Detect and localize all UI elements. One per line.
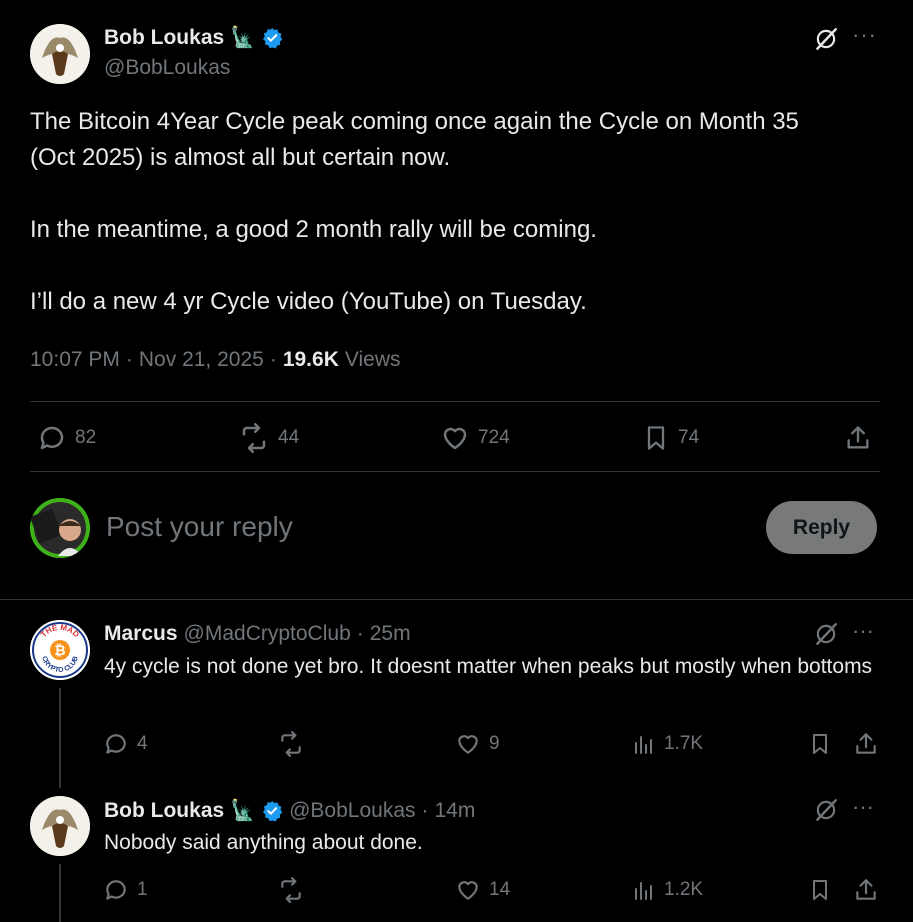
reply-count: 4: [137, 733, 148, 754]
analytics-icon: [635, 736, 652, 754]
reply-avatar[interactable]: [30, 796, 90, 856]
heart-icon: [458, 735, 478, 754]
reply-author-handle[interactable]: @MadCryptoClub: [184, 622, 351, 646]
repost-action[interactable]: 44: [238, 423, 299, 453]
repost-count: 44: [278, 427, 300, 448]
views-action[interactable]: 1.7K: [632, 731, 703, 757]
reply-age[interactable]: 14m: [435, 799, 476, 823]
bookmark-icon: [813, 880, 827, 900]
repost-icon: [281, 877, 301, 903]
like-action[interactable]: 724: [440, 423, 510, 453]
more-options-icon[interactable]: ···: [852, 618, 874, 644]
section-divider: [0, 599, 913, 600]
reply-count: 82: [75, 427, 97, 448]
reply-icon: [106, 880, 126, 900]
statue-of-liberty-icon: 🗽: [230, 800, 256, 822]
share-icon: [856, 733, 876, 754]
repost-action[interactable]: [277, 731, 313, 757]
verified-badge-icon: [263, 800, 283, 821]
like-count: 724: [478, 427, 510, 448]
reply-action[interactable]: 4: [103, 731, 148, 757]
reply-age[interactable]: 25m: [370, 622, 411, 646]
grok-icon[interactable]: [813, 797, 839, 823]
views-action[interactable]: 1.2K: [632, 877, 703, 903]
more-options-icon[interactable]: ···: [852, 22, 877, 48]
tweet-date[interactable]: Nov 21, 2025: [139, 348, 264, 372]
statue-of-liberty-icon: 🗽: [230, 27, 256, 49]
like-count: 14: [489, 879, 511, 900]
tweet-time[interactable]: 10:07 PM: [30, 348, 120, 372]
like-action[interactable]: 14: [455, 877, 510, 903]
reply-action[interactable]: 82: [37, 423, 96, 453]
separator-dot: ·: [421, 798, 429, 822]
bookmark-action[interactable]: [808, 877, 832, 903]
reply-action[interactable]: 1: [103, 877, 148, 903]
eagle-logo-image: [30, 796, 90, 856]
grok-icon[interactable]: [813, 621, 839, 647]
views-count: 1.2K: [664, 879, 704, 900]
repost-icon: [242, 423, 266, 453]
bookmark-action[interactable]: 74: [642, 423, 699, 453]
eagle-logo-image: [30, 24, 90, 84]
tweet-meta: 10:07 PM · Nov 21, 2025 · 19.6K Views: [30, 348, 401, 372]
verified-badge-icon: [263, 27, 283, 48]
reply-text: 4y cycle is not done yet bro. It doesnt …: [104, 655, 873, 678]
heart-icon: [443, 427, 467, 450]
separator-dot: ·: [356, 622, 364, 645]
bookmark-action[interactable]: [808, 731, 832, 757]
user-photo-image: [30, 498, 90, 558]
analytics-icon: [635, 882, 652, 900]
divider: [30, 401, 880, 402]
tweet-text: The Bitcoin 4Year Cycle peak coming once…: [30, 108, 799, 315]
grok-icon[interactable]: [813, 26, 839, 52]
author-name[interactable]: Bob Loukas: [104, 26, 224, 50]
views-count: 1.7K: [664, 733, 704, 754]
share-action[interactable]: [853, 731, 879, 757]
divider: [30, 471, 880, 472]
separator-dot: ·: [269, 348, 277, 371]
share-action[interactable]: [853, 877, 879, 903]
repost-action[interactable]: [277, 877, 313, 903]
mad-crypto-club-logo-image: ₿ THE MAD CRYPTO CLUB: [30, 620, 90, 680]
more-options-icon[interactable]: ···: [852, 794, 874, 820]
views-label: Views: [344, 348, 401, 371]
separator-dot: ·: [125, 348, 133, 371]
reply-author-handle[interactable]: @BobLoukas: [289, 799, 415, 823]
reply-icon: [106, 734, 126, 754]
heart-icon: [458, 881, 478, 900]
repost-icon: [281, 731, 301, 757]
reply-text: Nobody said anything about done.: [104, 831, 423, 854]
like-count: 9: [489, 733, 500, 754]
views-count: 19.6K: [282, 348, 339, 371]
author-handle[interactable]: @BobLoukas: [104, 56, 230, 80]
reply-author-name[interactable]: Bob Loukas: [104, 799, 224, 823]
thread-line: [59, 864, 61, 922]
reply-button[interactable]: Reply: [766, 501, 877, 554]
reply-icon: [40, 426, 64, 450]
share-icon: [847, 426, 869, 449]
reply-author-name[interactable]: Marcus: [104, 622, 178, 646]
bookmark-icon: [813, 734, 827, 754]
reply-input[interactable]: Post your reply: [106, 511, 293, 543]
bookmark-icon: [647, 426, 665, 450]
author-avatar[interactable]: [30, 24, 90, 84]
share-icon: [856, 879, 876, 900]
user-avatar[interactable]: [30, 498, 90, 558]
reply-count: 1: [137, 879, 148, 900]
thread-line: [59, 688, 61, 788]
svg-text:₿: ₿: [54, 642, 65, 658]
bookmark-count: 74: [678, 427, 700, 448]
share-action[interactable]: [844, 423, 872, 453]
like-action[interactable]: 9: [455, 731, 500, 757]
reply-avatar[interactable]: ₿ THE MAD CRYPTO CLUB: [30, 620, 90, 680]
